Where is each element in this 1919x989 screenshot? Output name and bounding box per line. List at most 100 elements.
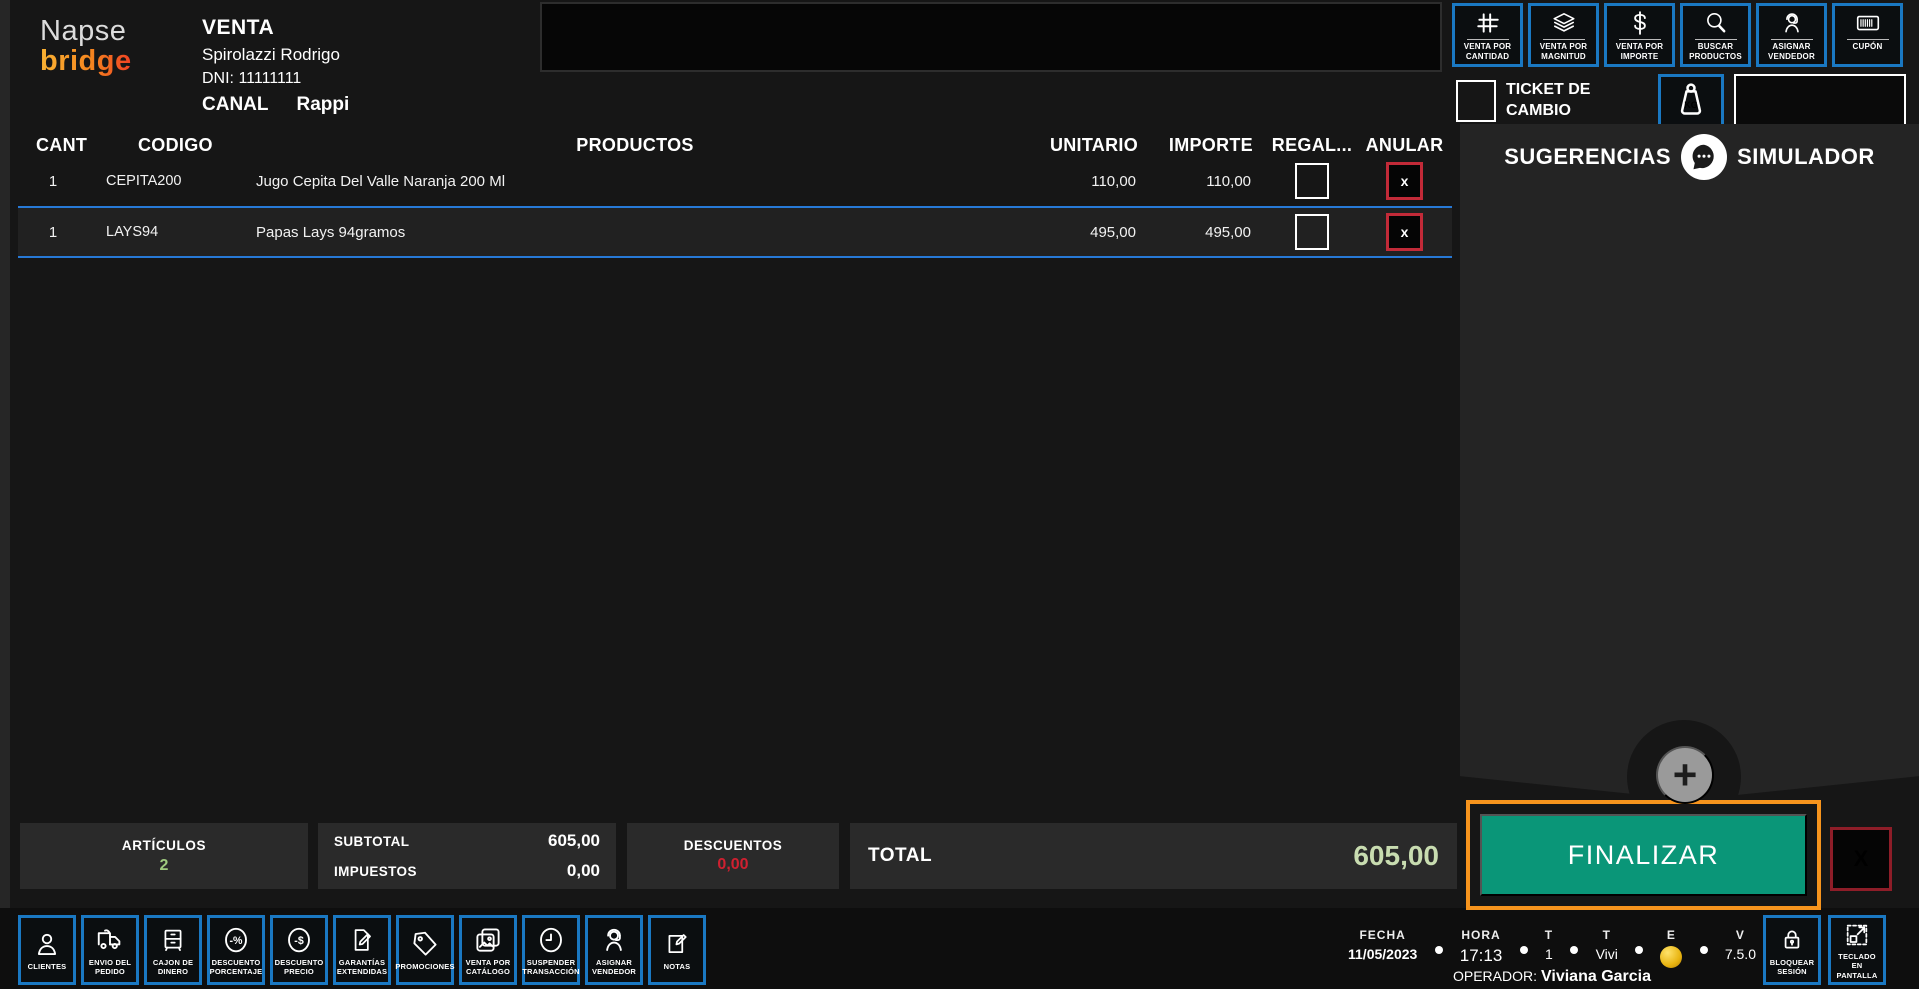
- button-label: BUSCAR PRODUCTOS: [1689, 42, 1742, 61]
- status-estado: E: [1660, 928, 1683, 968]
- notas-button[interactable]: NOTAS: [648, 915, 706, 985]
- kg-weight-button[interactable]: KG: [1658, 74, 1724, 128]
- kg-label: KG: [1684, 100, 1698, 110]
- divider: [1694, 39, 1737, 40]
- col-productos: PRODUCTOS: [576, 134, 694, 155]
- channel-row: CANAL Rappi: [202, 94, 349, 116]
- clock-icon: [536, 924, 566, 956]
- hash-icon: [1473, 9, 1503, 37]
- regalo-checkbox[interactable]: [1295, 163, 1329, 199]
- regalo-checkbox[interactable]: [1295, 214, 1329, 250]
- button-label: VENTA POR CATÁLOGO: [465, 957, 511, 976]
- total-box: TOTAL 605,00: [850, 823, 1457, 889]
- chat-bubble-icon: [1681, 134, 1728, 180]
- total-label: TOTAL: [868, 845, 933, 866]
- button-label: ASIGNAR VENDEDOR: [1768, 42, 1815, 61]
- onscreen-keyboard-icon: [1843, 920, 1871, 950]
- svg-text:-$: -$: [294, 934, 304, 946]
- descuentos-label: DESCUENTOS: [683, 838, 783, 853]
- col-importe: IMPORTE: [1168, 134, 1253, 155]
- status-indicator-yellow: [1660, 946, 1683, 968]
- separator-dot: [1635, 946, 1644, 954]
- finalizar-button[interactable]: FINALIZAR: [1480, 814, 1807, 896]
- weight-display-box[interactable]: [1734, 74, 1906, 128]
- truck-icon: [95, 924, 125, 956]
- col-anular: ANULAR: [1365, 134, 1444, 155]
- cell-unitario: 495,00: [1090, 223, 1136, 241]
- finalizar-highlight-frame: FINALIZAR: [1466, 800, 1821, 910]
- table-row-selected[interactable]: 1 LAYS94 Papas Lays 94gramos 495,00 495,…: [18, 206, 1452, 258]
- envio-del-pedido-button[interactable]: ENVIO DEL PEDIDO: [81, 915, 139, 985]
- button-label: NOTAS: [663, 962, 691, 972]
- cell-importe: 110,00: [1206, 172, 1251, 190]
- descuento-precio-button[interactable]: -$ DESCUENTO PRECIO: [270, 915, 328, 985]
- t1-value: 1: [1545, 946, 1553, 962]
- percent-discount-icon: -%: [221, 924, 251, 956]
- hora-label: HORA: [1461, 928, 1501, 942]
- barcode-icon: [1851, 9, 1885, 37]
- button-label: CAJON DE DINERO: [152, 957, 194, 976]
- venta-por-catalogo-button[interactable]: VENTA POR CATÁLOGO: [459, 915, 517, 985]
- customer-name: Spirolazzi Rodrigo: [202, 45, 340, 64]
- cell-producto: Papas Lays 94gramos: [256, 223, 406, 241]
- col-codigo: CODIGO: [138, 134, 213, 155]
- headset-agent-icon: [599, 924, 629, 956]
- operador-label: OPERADOR:: [1452, 968, 1537, 984]
- scan-input-box[interactable]: [540, 2, 1442, 72]
- anular-row-button[interactable]: x: [1386, 213, 1423, 251]
- separator-dot: [1570, 946, 1579, 954]
- promociones-button[interactable]: PROMOCIONES: [395, 915, 454, 985]
- cajon-de-dinero-button[interactable]: CAJON DE DINERO: [144, 915, 202, 985]
- svg-text:-%: -%: [230, 934, 244, 946]
- top-toolbar: VENTA POR CANTIDAD VENTA POR MAGNITUD VE…: [1452, 3, 1903, 67]
- price-discount-icon: -$: [284, 924, 314, 956]
- clientes-button[interactable]: CLIENTES: [18, 915, 76, 985]
- sales-table-header: CANT CODIGO PRODUCTOS UNITARIO IMPORTE R…: [18, 128, 1452, 162]
- brand-name-top: Napse: [40, 15, 127, 47]
- v-value: 7.5.0: [1724, 946, 1756, 962]
- warranty-document-icon: [348, 924, 376, 956]
- divider: [1770, 39, 1813, 40]
- cash-drawer-icon: [159, 924, 187, 956]
- venta-por-magnitud-button[interactable]: VENTA POR MAGNITUD: [1528, 3, 1599, 67]
- bottom-toolbar: CLIENTES ENVIO DEL PEDIDO CAJON DE DINER…: [18, 915, 706, 985]
- anular-row-button[interactable]: x: [1386, 162, 1423, 200]
- asignar-vendedor-bottom-button[interactable]: ASIGNAR VENDEDOR: [585, 915, 643, 985]
- ticket-cambio-checkbox[interactable]: [1456, 80, 1496, 122]
- impuestos-value: 0,00: [566, 861, 600, 880]
- button-label: TECLADO EN PANTALLA: [1836, 951, 1878, 980]
- asignar-vendedor-button[interactable]: ASIGNAR VENDEDOR: [1756, 3, 1827, 67]
- col-cant: CANT: [36, 134, 88, 155]
- ticket-cambio-label: TICKET DE CAMBIO: [1506, 81, 1591, 119]
- garantias-extendidas-button[interactable]: GARANTÍAS EXTENDIDAS: [333, 915, 391, 985]
- t1-label: T: [1544, 928, 1554, 942]
- note-icon: [663, 928, 691, 960]
- add-suggestion-button[interactable]: +: [1656, 746, 1714, 804]
- descuento-porcentaje-button[interactable]: -% DESCUENTO PORCENTAJE: [207, 915, 265, 985]
- button-label: VENTA POR MAGNITUD: [1539, 42, 1588, 61]
- cupon-button[interactable]: CUPÓN: [1832, 3, 1903, 67]
- button-label: CUPÓN: [1852, 42, 1883, 51]
- venta-por-importe-button[interactable]: VENTA POR IMPORTE: [1604, 3, 1675, 67]
- fecha-label: FECHA: [1359, 928, 1406, 942]
- table-row[interactable]: 1 CEPITA200 Jugo Cepita Del Valle Naranj…: [18, 158, 1452, 204]
- cell-cant: 1: [48, 172, 58, 190]
- cell-codigo: LAYS94: [106, 224, 159, 240]
- articulos-label: ARTÍCULOS: [121, 837, 207, 853]
- bloquear-sesion-button[interactable]: BLOQUEAR SESIÓN: [1763, 915, 1821, 985]
- person-icon: [32, 928, 62, 960]
- suspender-transaccion-button[interactable]: SUSPENDER TRANSACCIÓN: [522, 915, 580, 985]
- status-bar: FECHA 11/05/2023 HORA 17:13 T 1 T Vivi E…: [1348, 928, 1756, 968]
- t2-value: Vivi: [1595, 946, 1618, 962]
- close-transaction-button[interactable]: X: [1830, 827, 1892, 891]
- button-label: DESCUENTO PORCENTAJE: [209, 957, 263, 976]
- left-edge-strip: [0, 0, 10, 908]
- transaction-type: VENTA: [202, 16, 275, 39]
- customer-dni: DNI: 11111111: [202, 70, 302, 87]
- venta-por-cantidad-button[interactable]: VENTA POR CANTIDAD: [1452, 3, 1523, 67]
- descuentos-value: 0,00: [717, 856, 749, 873]
- cell-importe: 495,00: [1205, 223, 1251, 241]
- buscar-productos-button[interactable]: BUSCAR PRODUCTOS: [1680, 3, 1751, 67]
- teclado-en-pantalla-button[interactable]: TECLADO EN PANTALLA: [1828, 915, 1886, 985]
- brand-logo: Napse bridge: [40, 16, 132, 77]
